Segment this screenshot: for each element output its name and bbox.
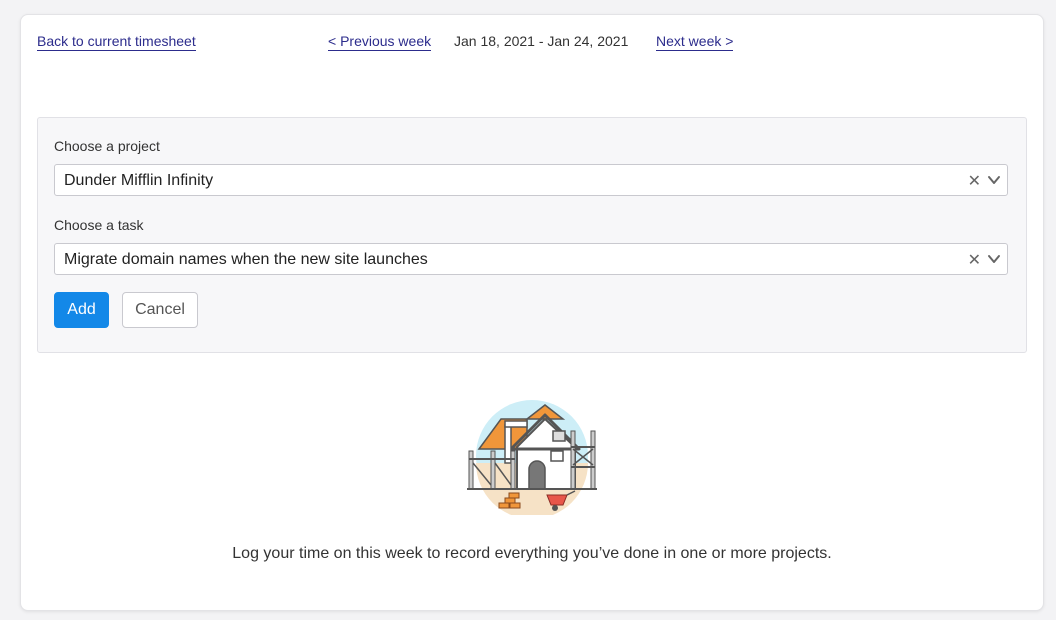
- task-select-value: Migrate domain names when the new site l…: [64, 251, 428, 268]
- task-label: Choose a task: [54, 217, 144, 233]
- project-label: Choose a project: [54, 138, 160, 154]
- add-button[interactable]: Add: [54, 292, 109, 328]
- project-select[interactable]: Dunder Mifflin Infinity ✕: [54, 164, 1008, 196]
- empty-state-message: Log your time on this week to record eve…: [232, 545, 832, 562]
- project-select-value: Dunder Mifflin Infinity: [64, 172, 214, 189]
- house-construction-illustration: [467, 400, 597, 515]
- clear-icon[interactable]: ✕: [968, 171, 981, 191]
- chevron-down-icon[interactable]: [987, 252, 1001, 266]
- add-row-form: Choose a project Dunder Mifflin Infinity…: [37, 117, 1027, 353]
- timesheet-card: Back to current timesheet < Previous wee…: [20, 14, 1044, 611]
- chevron-down-icon[interactable]: [987, 173, 1001, 187]
- clear-icon[interactable]: ✕: [968, 250, 981, 270]
- week-navigation: Back to current timesheet < Previous wee…: [21, 33, 1043, 57]
- task-select[interactable]: Migrate domain names when the new site l…: [54, 243, 1008, 275]
- previous-week-link[interactable]: < Previous week: [328, 33, 432, 51]
- date-range: Jan 18, 2021 - Jan 24, 2021: [454, 33, 629, 49]
- next-week-link[interactable]: Next week >: [656, 33, 734, 51]
- cancel-button[interactable]: Cancel: [122, 292, 198, 328]
- back-to-current-link[interactable]: Back to current timesheet: [37, 33, 196, 51]
